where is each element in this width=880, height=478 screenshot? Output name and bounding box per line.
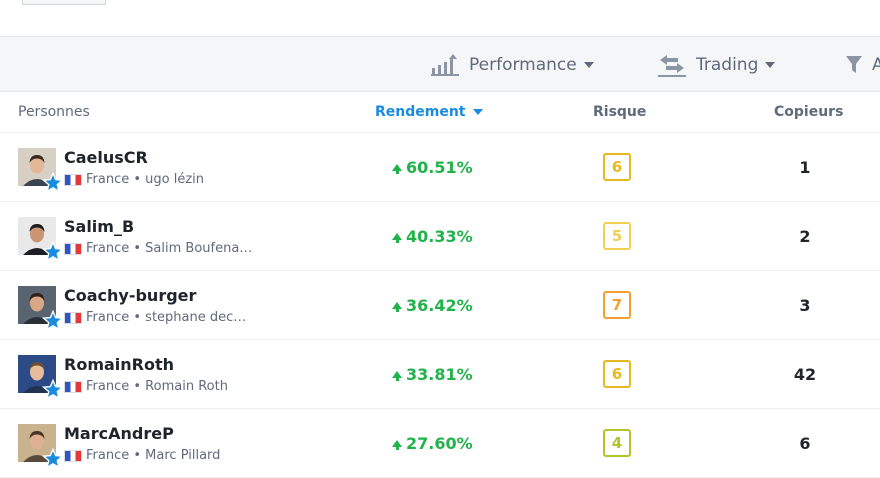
username[interactable]: CaelusCR [64, 148, 148, 167]
chevron-down-icon [765, 62, 776, 68]
gain-text: 27.60% [406, 434, 473, 453]
fullname: • Salim Boufena… [133, 241, 253, 256]
arrow-up-icon [392, 440, 402, 450]
column-risque[interactable]: Risque [593, 92, 646, 132]
swap-arrows-icon [658, 55, 686, 77]
performance-filter[interactable]: Performance [431, 37, 594, 93]
arrow-up-icon [392, 164, 402, 174]
user-subline: France • Marc Pillard [64, 448, 220, 463]
arrow-up-icon [392, 371, 402, 381]
column-personnes[interactable]: Personnes [18, 92, 90, 132]
arrow-up-icon [392, 302, 402, 312]
avatar[interactable] [18, 286, 64, 331]
column-copieurs[interactable]: Copieurs [774, 92, 843, 132]
trading-filter[interactable]: Trading [658, 37, 776, 93]
avatar[interactable] [18, 424, 64, 469]
france-flag-icon [64, 449, 82, 462]
arrow-up-icon [392, 233, 402, 243]
more-filters-label: A [872, 55, 880, 75]
france-flag-icon [64, 173, 82, 186]
table-row[interactable]: CaelusCR France • ugo lézin 60.51% 6 1 [0, 133, 880, 202]
avatar[interactable] [18, 148, 64, 193]
risk-badge: 6 [603, 153, 631, 181]
column-rendement-label: Rendement [375, 104, 466, 120]
table-row[interactable]: Coachy-burger France • stephane dec… 36.… [0, 271, 880, 340]
username[interactable]: MarcAndreP [64, 424, 174, 443]
table-row[interactable]: MarcAndreP France • Marc Pillard 27.60% … [0, 409, 880, 478]
gain-text: 60.51% [406, 158, 473, 177]
copiers-count: 42 [793, 365, 817, 384]
france-flag-icon [64, 380, 82, 393]
trading-filter-label: Trading [696, 55, 759, 75]
risk-badge: 6 [603, 360, 631, 388]
user-subline: France • Salim Boufena… [64, 241, 252, 256]
gain-value: 40.33% [392, 202, 473, 271]
fullname: • Romain Roth [133, 379, 228, 394]
gain-text: 33.81% [406, 365, 473, 384]
username[interactable]: RomainRoth [64, 355, 174, 374]
fullname: • ugo lézin [133, 172, 205, 187]
gain-text: 36.42% [406, 296, 473, 315]
star-icon [42, 379, 64, 400]
risk-badge: 4 [603, 429, 631, 457]
france-flag-icon [64, 311, 82, 324]
copiers-count: 1 [799, 158, 811, 177]
column-rendement[interactable]: Rendement [375, 92, 483, 132]
table-row[interactable]: RomainRoth France • Romain Roth 33.81% 6… [0, 340, 880, 409]
risk-badge: 5 [603, 222, 631, 250]
avatar[interactable] [18, 217, 64, 262]
gain-value: 36.42% [392, 271, 473, 340]
user-subline: France • ugo lézin [64, 172, 204, 187]
gain-value: 60.51% [392, 133, 473, 202]
filter-bar: Performance Trading A [0, 36, 880, 92]
top-button[interactable] [22, 0, 106, 5]
copiers-count: 6 [799, 434, 811, 453]
performance-filter-label: Performance [469, 55, 577, 75]
country: France [86, 448, 130, 463]
username[interactable]: Salim_B [64, 217, 134, 236]
country: France [86, 310, 130, 325]
gain-value: 27.60% [392, 409, 473, 478]
country: France [86, 172, 130, 187]
username[interactable]: Coachy-burger [64, 286, 196, 305]
country: France [86, 379, 130, 394]
table-header: Personnes Rendement Risque Copieurs [0, 92, 880, 133]
star-icon [42, 310, 64, 331]
france-flag-icon [64, 242, 82, 255]
copiers-count: 3 [799, 296, 811, 315]
star-icon [42, 172, 64, 193]
star-icon [42, 241, 64, 262]
chevron-down-icon [583, 62, 594, 68]
user-subline: France • Romain Roth [64, 379, 228, 394]
sort-down-icon [472, 109, 483, 115]
funnel-icon [846, 56, 862, 73]
country: France [86, 241, 130, 256]
copiers-count: 2 [799, 227, 811, 246]
bar-chart-icon [431, 54, 459, 76]
table-row[interactable]: Salim_B France • Salim Boufena… 40.33% 5… [0, 202, 880, 271]
risk-badge: 7 [603, 291, 631, 319]
top-area [0, 0, 880, 36]
fullname: • Marc Pillard [133, 448, 221, 463]
fullname: • stephane dec… [133, 310, 247, 325]
star-icon [42, 448, 64, 469]
avatar[interactable] [18, 355, 64, 400]
gain-value: 33.81% [392, 340, 473, 409]
more-filters[interactable]: A [846, 37, 880, 93]
user-subline: France • stephane dec… [64, 310, 246, 325]
gain-text: 40.33% [406, 227, 473, 246]
